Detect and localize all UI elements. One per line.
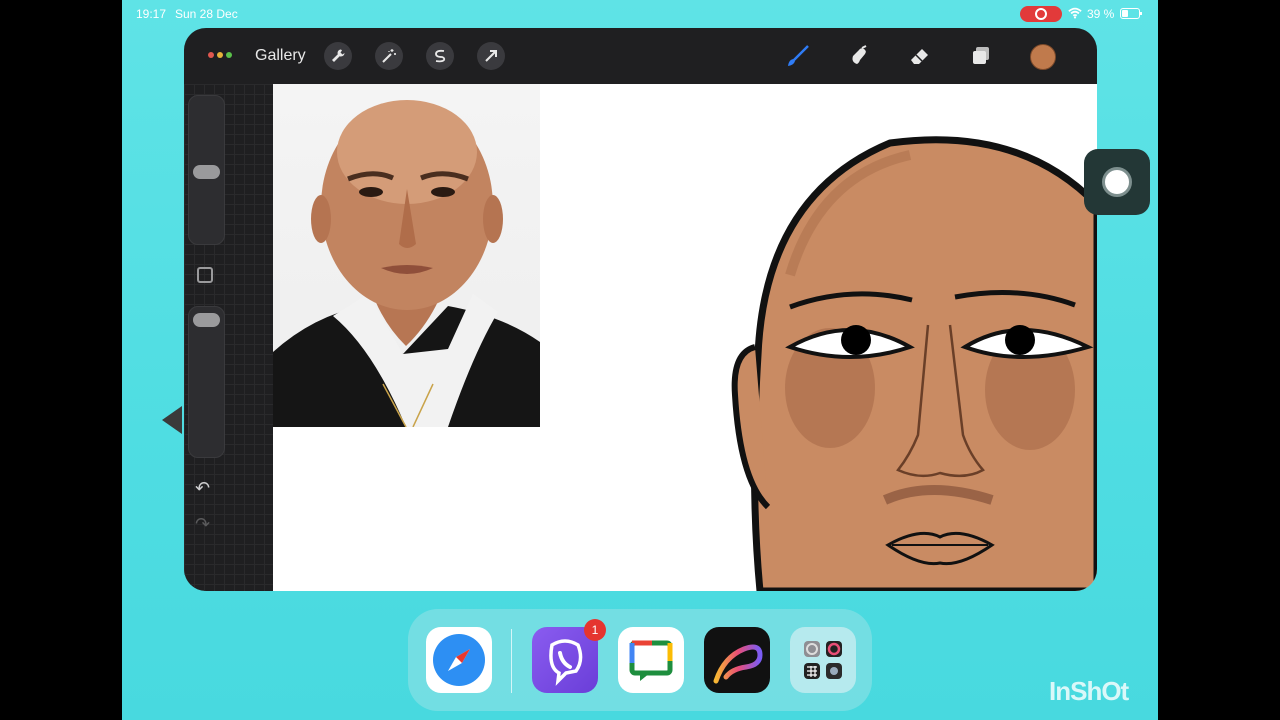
opacity-slider[interactable] [188, 306, 225, 458]
dock: 1 [408, 609, 872, 711]
notification-badge: 1 [584, 619, 606, 641]
transform-button[interactable] [477, 42, 505, 70]
brush-icon [788, 45, 809, 66]
layers-icon [973, 47, 989, 64]
undo-icon[interactable]: ↶ [195, 478, 215, 498]
opacity-thumb[interactable] [193, 313, 220, 327]
compass-icon [433, 634, 485, 686]
actions-wrench-button[interactable] [324, 42, 352, 70]
layers-tool[interactable] [967, 42, 995, 70]
battery-icon [1120, 8, 1142, 19]
window-controls-icon[interactable] [208, 52, 234, 60]
gallery-button[interactable]: Gallery [255, 47, 306, 65]
battery-percent: 39 % [1087, 7, 1115, 21]
eraser-tool[interactable] [906, 42, 934, 70]
selection-button[interactable] [426, 42, 454, 70]
selection-icon [435, 49, 446, 63]
top-toolbar: Gallery [184, 28, 1097, 84]
reference-portrait-image [273, 100, 540, 427]
left-sidebar: ↶ ↷ [184, 84, 273, 591]
reference-photo [273, 84, 540, 427]
ipad-screen: 19:17 Sun 28 Dec 39 % Gallery ↶ ↷ 1 InSh… [122, 0, 1158, 720]
screen-recording-indicator[interactable] [1020, 6, 1062, 22]
inshot-watermark: InShOt [1049, 676, 1129, 706]
wifi-icon [1068, 7, 1082, 19]
procreate-window: Gallery ↶ ↷ [184, 28, 1097, 591]
redo-icon[interactable]: ↷ [195, 514, 215, 534]
safari-app[interactable] [426, 627, 492, 693]
chat-bubble-icon [629, 640, 673, 681]
status-bar: 19:17 Sun 28 Dec 39 % [122, 0, 1158, 28]
slide-over-handle[interactable] [162, 406, 182, 434]
brush-size-thumb[interactable] [193, 165, 220, 179]
brush-size-slider[interactable] [188, 95, 225, 245]
utilities-folder[interactable] [790, 627, 856, 693]
eraser-icon [911, 49, 928, 64]
transform-arrow-icon [485, 50, 497, 62]
folder-grid-icon [804, 641, 842, 679]
dock-divider [511, 629, 512, 693]
status-time: 19:17 [136, 7, 167, 21]
google-chat-app[interactable] [618, 627, 684, 693]
procreate-app[interactable] [704, 627, 770, 693]
assistive-touch-button[interactable] [1084, 149, 1150, 215]
wrench-icon [332, 49, 345, 62]
adjustments-button[interactable] [375, 42, 403, 70]
modify-button[interactable] [197, 267, 213, 283]
brush-tool[interactable] [784, 42, 812, 70]
color-picker-swatch[interactable] [1030, 44, 1056, 70]
magic-wand-icon [382, 49, 396, 63]
smudge-tool[interactable] [845, 42, 873, 70]
cartoon-drawing [731, 136, 1097, 591]
drawing-canvas[interactable] [273, 84, 1097, 591]
smudge-icon [852, 45, 867, 64]
brush-stroke-icon [713, 644, 763, 684]
status-date: Sun 28 Dec [175, 7, 238, 21]
